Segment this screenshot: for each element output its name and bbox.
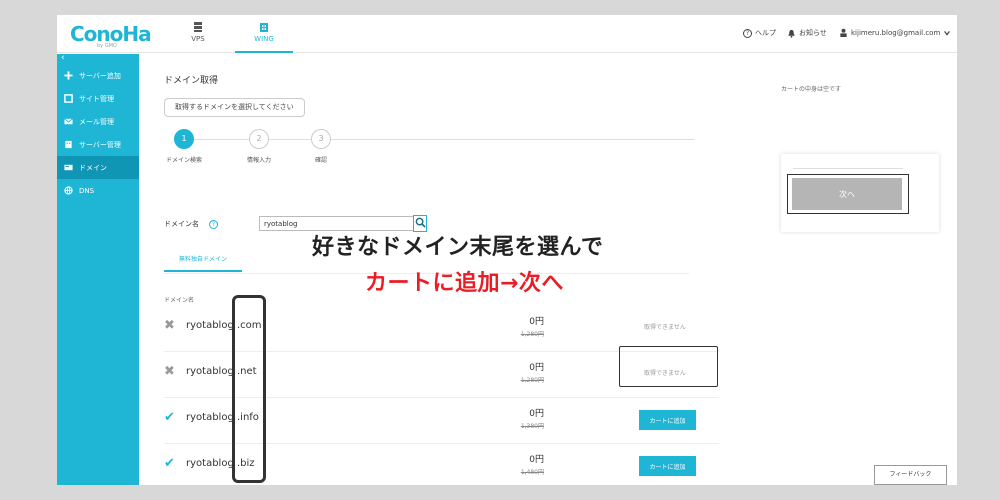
user-icon — [840, 28, 847, 37]
next-button-highlight — [787, 174, 909, 214]
window-icon — [64, 94, 73, 103]
help-label: ヘルプ — [755, 29, 776, 37]
notice-label: お知らせ — [799, 29, 827, 37]
cart-next-panel: 次へ — [781, 154, 939, 232]
server-icon — [194, 22, 202, 32]
feedback-button[interactable]: フィードバック — [874, 465, 947, 485]
nav-vps-label: VPS — [191, 35, 205, 43]
add-to-cart-button[interactable]: カートに追加 — [639, 456, 696, 476]
step-number: 2 — [249, 129, 269, 149]
original-price: 1,280円 — [520, 331, 544, 338]
sidebar-item-label: メール管理 — [79, 117, 114, 126]
original-price: 1,380円 — [520, 423, 544, 430]
sidebar-collapse-chevron-icon[interactable]: ‹ — [57, 54, 139, 64]
original-price: 1,480円 — [520, 469, 544, 476]
original-price: 1,280円 — [520, 377, 544, 384]
check-mark-icon: ✔ — [164, 410, 175, 425]
sidebar-item-label: DNS — [79, 186, 95, 195]
page-title: ドメイン取得 — [164, 76, 219, 86]
sidebar-item-site[interactable]: サイト管理 — [57, 87, 139, 110]
search-icon — [415, 217, 426, 228]
notice-link[interactable]: お知らせ — [787, 28, 827, 38]
price: 0円 — [529, 317, 544, 327]
card-icon — [64, 164, 73, 171]
sidebar-item-label: サーバー追加 — [79, 71, 121, 80]
envelope-icon — [64, 118, 73, 125]
globe-icon — [64, 186, 73, 195]
column-header-domain: ドメイン名 — [164, 297, 195, 304]
sidebar-item-domain[interactable]: ドメイン — [57, 156, 139, 179]
bell-icon — [788, 29, 795, 38]
step-1: 1 ドメイン検索 — [164, 129, 204, 164]
logo-sub: by GMO — [97, 43, 117, 49]
nav-vps[interactable]: VPS — [169, 15, 227, 53]
price: 0円 — [529, 455, 544, 465]
domain-name-label-group: ドメイン名 ? — [164, 219, 218, 229]
add-to-cart-button[interactable]: カートに追加 — [639, 410, 696, 430]
cart-divider — [793, 168, 903, 169]
sidebar-item-label: ドメイン — [79, 163, 107, 172]
price: 0円 — [529, 409, 544, 419]
sidebar-item-label: サイト管理 — [79, 94, 114, 103]
domain-name-label: ドメイン名 — [164, 220, 199, 228]
step-number: 3 — [311, 129, 331, 149]
add-to-cart-highlight-box — [619, 346, 718, 387]
sidebar-item-dns[interactable]: DNS — [57, 179, 139, 202]
sidebar-item-mail[interactable]: メール管理 — [57, 110, 139, 133]
check-mark-icon: ✔ — [164, 456, 175, 471]
instruction-box: 取得するドメインを選択してください — [164, 98, 305, 117]
domain-base: ryotablog — [186, 412, 234, 423]
help-link[interactable]: ? ヘルプ — [743, 28, 776, 38]
extension-highlight-box — [232, 295, 266, 483]
unavailable-text: 取得できません — [644, 324, 686, 331]
plus-icon — [64, 71, 73, 80]
sidebar-item-add-server[interactable]: サーバー追加 — [57, 64, 139, 87]
account-email: kijimeru.blog@gmail.com — [851, 28, 941, 37]
building-icon — [65, 140, 72, 149]
step-label: ドメイン検索 — [165, 157, 202, 164]
nav-wing-label: WING — [254, 35, 274, 43]
step-label: 情報入力 — [246, 157, 271, 164]
question-icon: ? — [743, 28, 752, 38]
caption-line-1: 好きなドメイン末尾を選んで — [312, 235, 604, 260]
price: 0円 — [529, 363, 544, 373]
chevron-down-icon — [944, 30, 951, 36]
x-mark-icon: ✖ — [164, 364, 175, 379]
step-label: 確認 — [314, 157, 327, 164]
caption-line-2: カートに追加→次へ — [365, 271, 564, 296]
tab-free-domain[interactable]: 無料独自ドメイン — [164, 254, 242, 272]
domain-base: ryotablog — [186, 320, 234, 331]
top-header: ConoHa by GMO VPS WING ? ヘルプ お知らせ kijime… — [57, 15, 957, 53]
building-icon — [260, 23, 268, 32]
sidebar-item-server[interactable]: サーバー管理 — [57, 133, 139, 156]
domain-base: ryotablog — [186, 366, 234, 377]
domain-base: ryotablog — [186, 458, 234, 469]
cart-empty-text: カートの中身は空です — [781, 86, 842, 93]
sidebar-item-label: サーバー管理 — [79, 140, 121, 149]
x-mark-icon: ✖ — [164, 318, 175, 333]
nav-wing[interactable]: WING — [235, 15, 293, 53]
step-2: 2 情報入力 — [239, 129, 279, 164]
account-menu[interactable]: kijimeru.blog@gmail.com — [839, 28, 951, 37]
help-circle-icon[interactable]: ? — [209, 219, 218, 229]
progress-steps: 1 ドメイン検索 2 情報入力 3 確認 — [164, 129, 694, 174]
step-3: 3 確認 — [301, 129, 341, 164]
step-number: 1 — [174, 129, 194, 149]
sidebar: ‹ サーバー追加 サイト管理 メール管理 サーバー管理 ドメイン DNS — [57, 54, 139, 485]
